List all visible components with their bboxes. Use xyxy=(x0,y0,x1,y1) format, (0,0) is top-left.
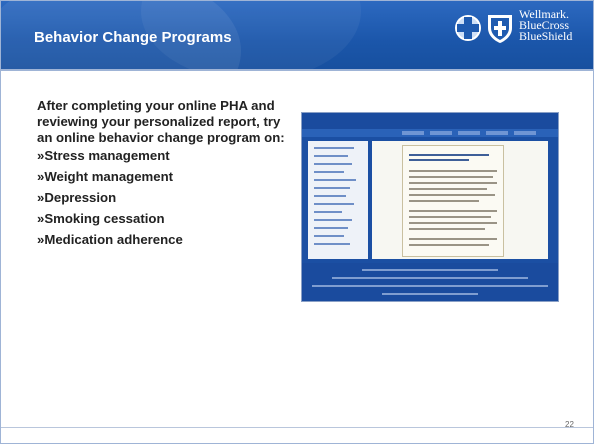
slide-header: Behavior Change Programs Wellmark. BlueC… xyxy=(1,1,593,69)
program-item: »Smoking cessation xyxy=(37,211,165,226)
slide-title: Behavior Change Programs xyxy=(34,29,232,46)
screenshot-navbar xyxy=(302,129,558,137)
blue-cross-icon xyxy=(455,15,481,41)
program-item: »Medication adherence xyxy=(37,232,183,247)
page-number: 22 xyxy=(565,420,574,429)
header-rule xyxy=(1,69,593,71)
program-item: »Stress management xyxy=(37,148,170,163)
brand-name: Wellmark. BlueCross BlueShield xyxy=(519,8,573,43)
website-screenshot xyxy=(301,112,559,302)
brand-line: BlueShield xyxy=(519,29,573,43)
screenshot-content xyxy=(372,141,548,259)
program-item: »Depression xyxy=(37,190,117,205)
program-item: »Weight management xyxy=(37,169,174,184)
wellmark-logo: Wellmark. BlueCross BlueShield xyxy=(453,8,585,55)
footer-rule xyxy=(1,427,593,428)
slide: Behavior Change Programs Wellmark. BlueC… xyxy=(0,0,594,444)
screenshot-footer xyxy=(302,263,558,301)
screenshot-panel xyxy=(402,145,504,257)
screenshot-sidebar xyxy=(308,141,368,259)
program-list: »Stress management »Weight management »D… xyxy=(37,148,287,248)
blue-shield-icon xyxy=(488,15,512,43)
slide-body: After completing your online PHA and rev… xyxy=(37,98,287,253)
screenshot-topbar xyxy=(302,113,558,129)
intro-paragraph: After completing your online PHA and rev… xyxy=(37,98,285,145)
